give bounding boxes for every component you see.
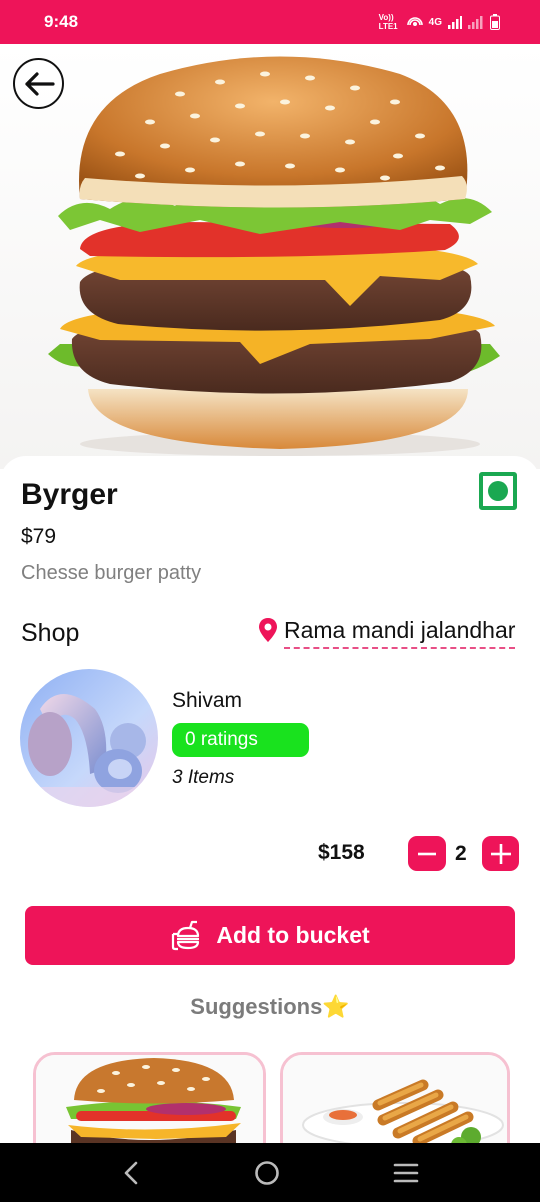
shop-label: Shop xyxy=(21,619,80,647)
nav-home-icon[interactable] xyxy=(254,1160,280,1186)
status-bar: 9:48 Vo)) LTE1 4G xyxy=(0,0,540,44)
product-description: Chesse burger patty xyxy=(21,562,202,584)
veg-mark-icon xyxy=(479,472,517,510)
status-icons: Vo)) LTE1 4G xyxy=(379,13,500,31)
burger-illustration xyxy=(48,56,500,456)
battery-icon xyxy=(490,14,500,30)
add-to-bucket-label: Add to bucket xyxy=(216,922,370,948)
add-to-bucket-button[interactable]: Add to bucket xyxy=(25,906,515,965)
decrease-quantity-button[interactable] xyxy=(408,836,446,871)
arrow-left-icon xyxy=(24,71,55,96)
location-pin-icon xyxy=(259,618,277,642)
suggestions-heading: Suggestions⭐ xyxy=(190,994,350,1019)
quantity-value: 2 xyxy=(455,842,467,865)
hotspot-icon xyxy=(406,17,423,26)
carrier-label: Vo)) LTE1 xyxy=(378,13,398,31)
items-count: 3 Items xyxy=(172,767,235,788)
plus-icon xyxy=(490,843,511,864)
system-nav-bar xyxy=(0,1143,540,1202)
location-text: Rama mandi jalandhar xyxy=(284,617,516,649)
product-image xyxy=(0,44,540,469)
seller-avatar[interactable] xyxy=(20,669,158,807)
signal-icon xyxy=(448,15,462,29)
product-name: Byrger xyxy=(21,478,118,511)
product-price: $79 xyxy=(21,525,57,548)
burger-bag-icon xyxy=(172,920,200,950)
abstract-avatar-art xyxy=(20,669,158,807)
seller-name[interactable]: Shivam xyxy=(172,689,242,713)
network-label: 4G xyxy=(428,16,442,28)
nav-back-icon[interactable] xyxy=(121,1161,141,1185)
nav-recents-icon[interactable] xyxy=(393,1162,419,1184)
increase-quantity-button[interactable] xyxy=(482,836,519,871)
ratings-badge: 0 ratings xyxy=(172,723,309,757)
minus-icon xyxy=(418,852,436,855)
cart-total: $158 xyxy=(318,841,365,864)
status-time: 9:48 xyxy=(44,12,79,31)
back-button[interactable] xyxy=(13,58,64,109)
signal-weak-icon xyxy=(468,15,483,29)
shop-location-link[interactable]: Rama mandi jalandhar xyxy=(258,617,516,649)
